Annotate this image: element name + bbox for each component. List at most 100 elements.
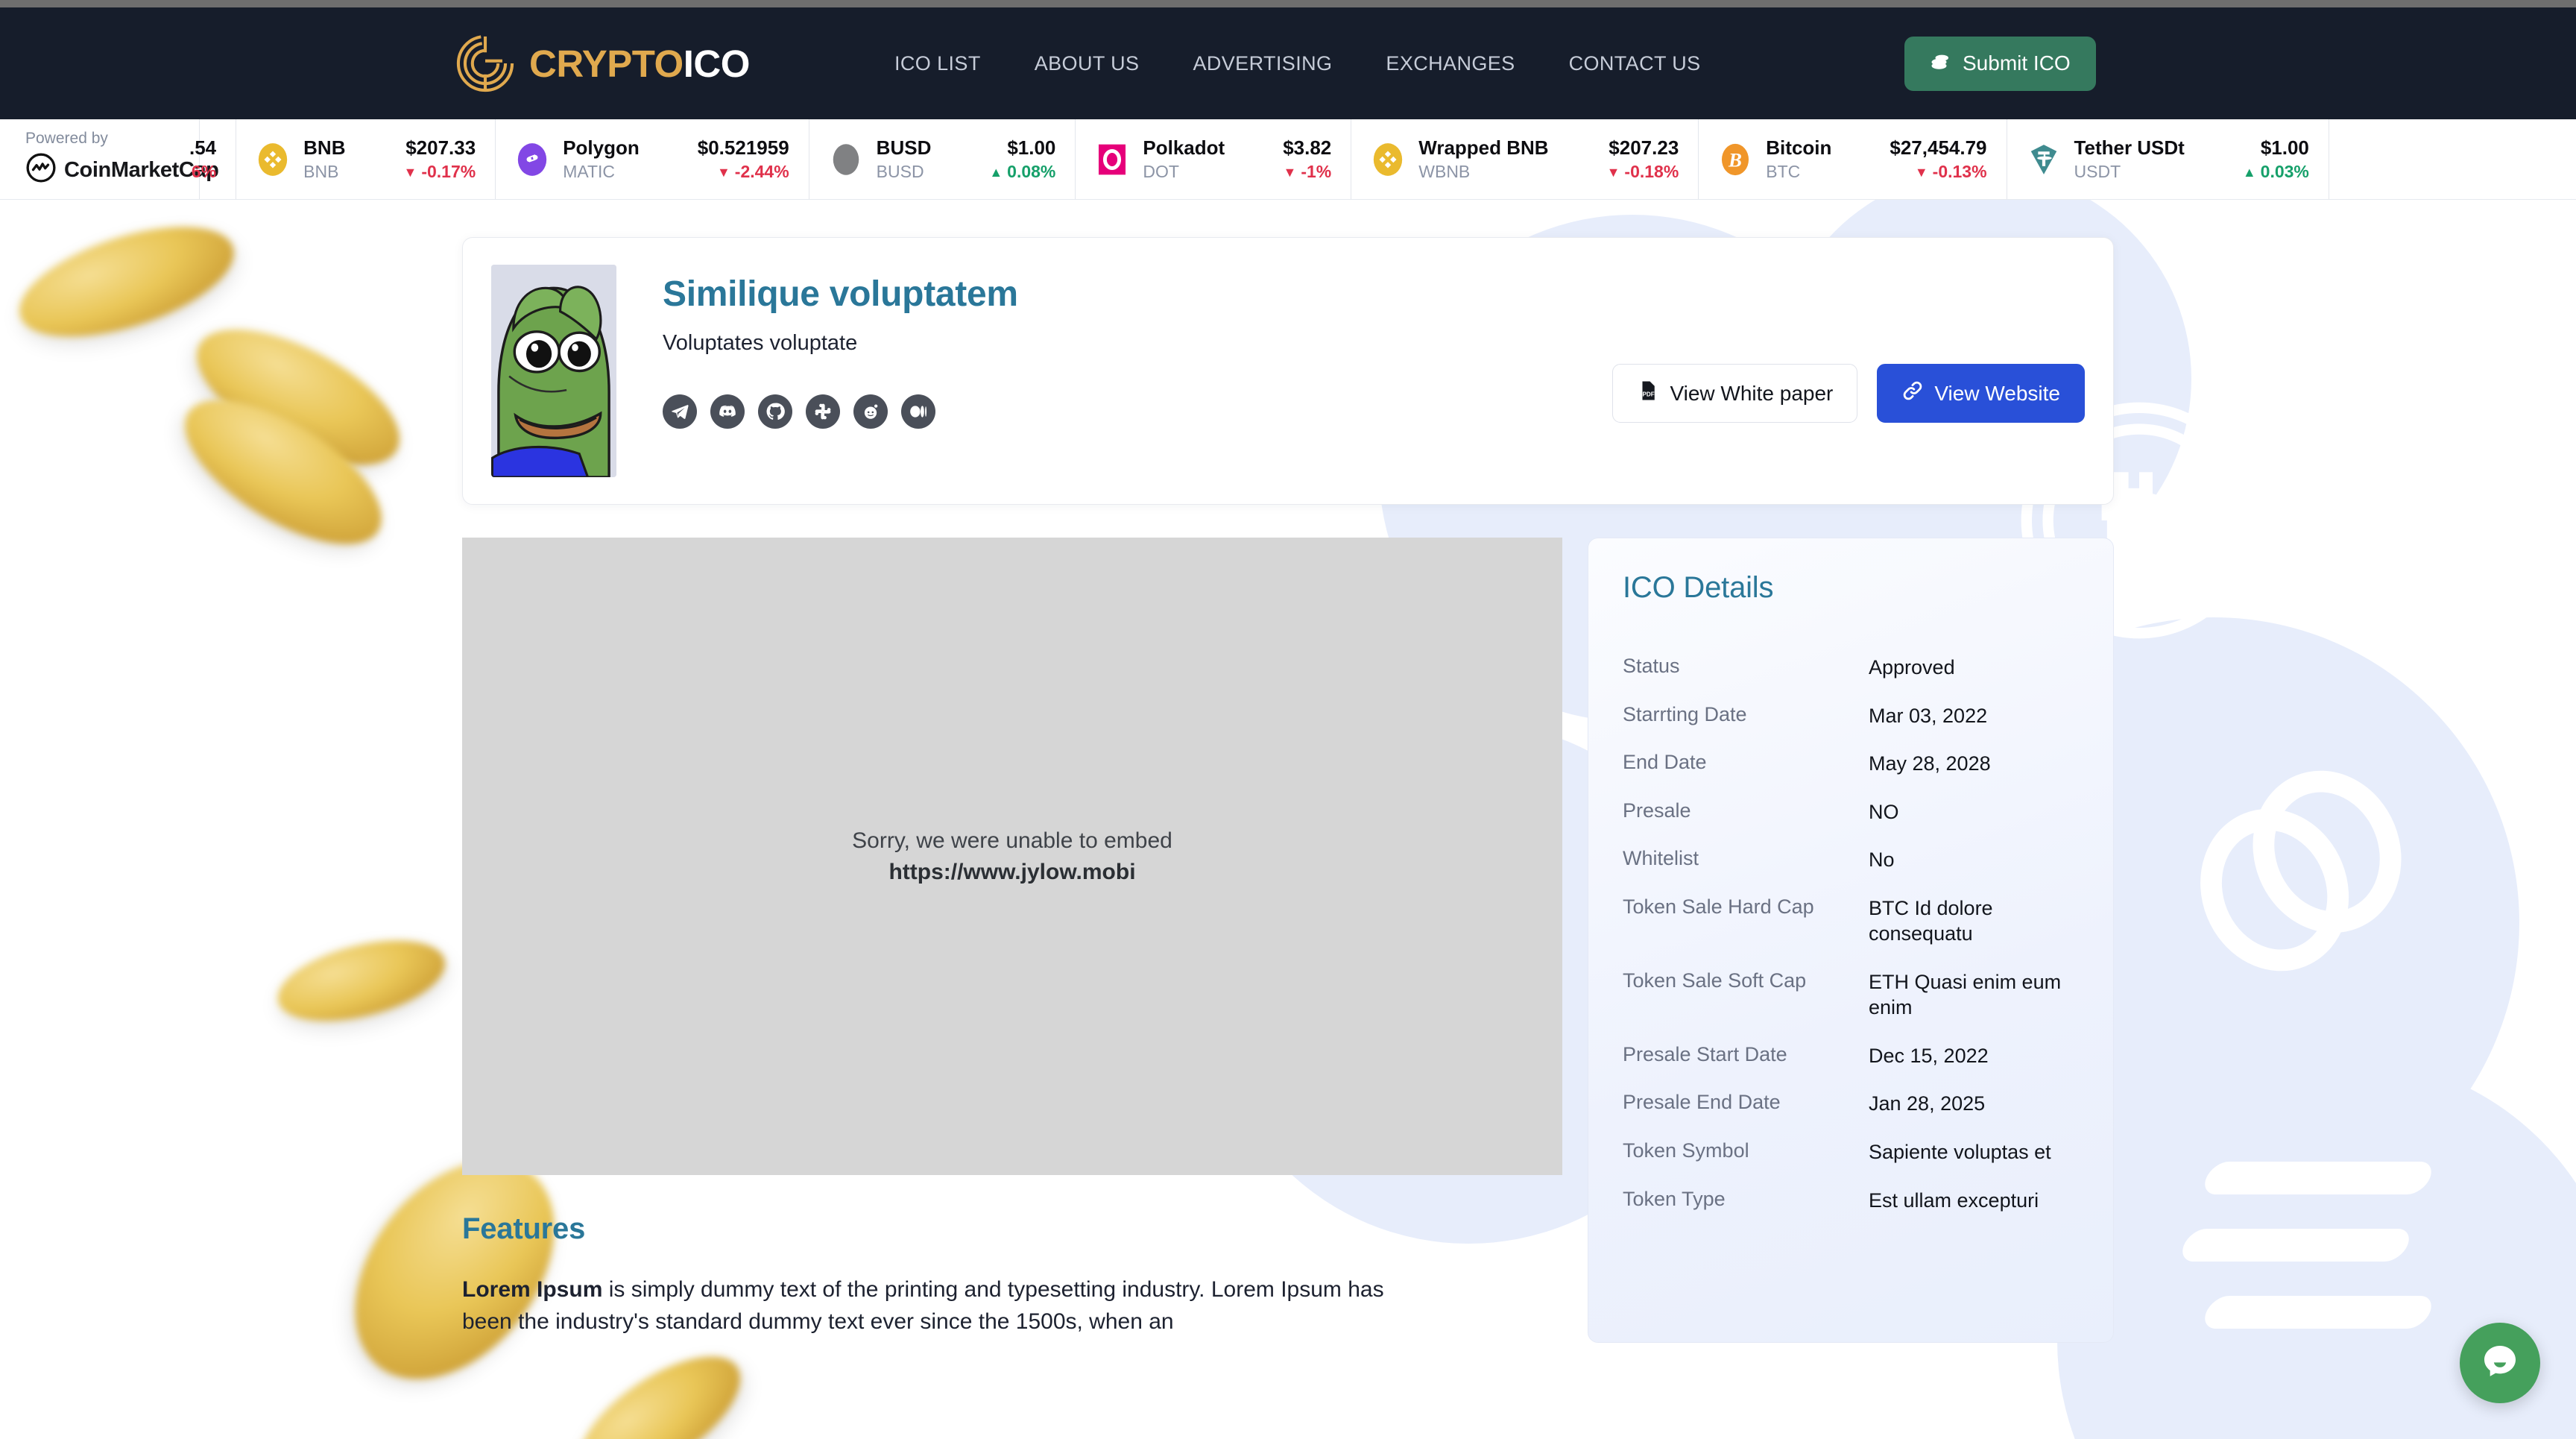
triangle-up-icon: ▲ (2242, 164, 2256, 180)
brand-text: CRYPTOICO (529, 42, 750, 86)
nav-item-ico-list[interactable]: ICO LIST (894, 52, 981, 75)
nav-item-contact-us[interactable]: CONTACT US (1569, 52, 1701, 75)
detail-key: Token Sale Soft Cap (1623, 969, 1807, 992)
ticker-item[interactable]: BUSD BUSD $1.00 ▲ 0.08% (809, 119, 1076, 199)
detail-row: Token Sale Soft Cap ETH Quasi enim eum e… (1623, 958, 2079, 1032)
ticker-coin-names: Bitcoin BTC (1766, 136, 1831, 182)
nav-item-exchanges[interactable]: EXCHANGES (1386, 52, 1515, 75)
detail-row: End Date May 28, 2028 (1623, 740, 2079, 788)
svg-text:PDF: PDF (1643, 391, 1655, 398)
ticker-coin-price: $3.82 (1283, 136, 1332, 159)
page-content: Similique voluptatem Voluptates voluptat… (462, 200, 2114, 1343)
detail-value: ETH Quasi enim eum enim (1869, 970, 2062, 1019)
detail-value: Dec 15, 2022 (1869, 1044, 1989, 1067)
ticker-coin-values: $207.23 ▼ -0.18% (1607, 136, 1679, 182)
ticker-item[interactable]: Wrapped BNB WBNB $207.23 ▼ -0.18% (1351, 119, 1699, 199)
nav-item-advertising[interactable]: ADVERTISING (1193, 52, 1332, 75)
ticker-coin-name: Tether USDt (2074, 136, 2185, 159)
ticker-item[interactable]: Polkadot DOT $3.82 ▼ -1% (1076, 119, 1352, 199)
submit-ico-label: Submit ICO (1963, 51, 2071, 75)
ico-title: Similique voluptatem (663, 274, 1018, 314)
bnb-icon (256, 142, 290, 177)
features-lead: Lorem Ipsum (462, 1277, 603, 1302)
nav-item-about-us[interactable]: ABOUT US (1035, 52, 1140, 75)
ticker-change-value: -0.13% (1932, 162, 1987, 181)
features-title: Features (462, 1212, 586, 1245)
triangle-down-icon: ▼ (1914, 164, 1928, 180)
ico-details-list: Status Approved Starrting Date Mar 03, 2… (1623, 643, 2079, 1224)
slack-icon[interactable] (806, 394, 840, 429)
brand-logo[interactable]: CRYPTOICO (455, 33, 750, 94)
link-icon (1901, 380, 1924, 407)
view-website-button[interactable]: View Website (1877, 364, 2085, 423)
pepe-frog-avatar (491, 265, 616, 477)
chat-widget-button[interactable] (2460, 1323, 2540, 1403)
ticker-coin-names: Polkadot DOT (1143, 136, 1225, 182)
ticker-item[interactable]: B Bitcoin BTC $27,454.79 ▼ -0.13% (1699, 119, 2007, 199)
embed-message: Sorry, we were unable to embed (852, 828, 1172, 853)
ticker-coin-values: $207.33 ▼ -0.17% (404, 136, 476, 182)
polkadot-icon (1095, 142, 1129, 177)
ticker-coin-change: ▲ 0.08% (989, 162, 1055, 182)
ticker-track[interactable]: .54 6% BNB BNB $207.33 ▼ -0.17% Polygon … (189, 119, 2576, 199)
ticker-change-value: 0.03% (2260, 162, 2309, 181)
ticker-coin-price: $207.33 (405, 136, 476, 159)
ticker-coin-price: $27,454.79 (1890, 136, 1987, 159)
ticker-change-value: -2.44% (734, 162, 789, 181)
ticker-coin-price: $207.23 (1609, 136, 1679, 159)
ticker-coin-symbol: WBNB (1418, 162, 1471, 181)
brand-part2: ICO (683, 42, 751, 85)
view-whitepaper-button[interactable]: PDF View White paper (1612, 364, 1858, 423)
triangle-down-icon: ▼ (403, 164, 417, 180)
ticker-item[interactable]: .54 6% (112, 119, 237, 199)
triangle-up-icon: ▲ (989, 164, 1003, 180)
ticker-item[interactable]: BNB BNB $207.33 ▼ -0.17% (236, 119, 496, 199)
detail-key: Starrting Date (1623, 702, 1747, 725)
medium-icon[interactable] (901, 394, 935, 429)
crypto-target-logo-icon (455, 33, 516, 94)
discord-icon[interactable] (710, 394, 745, 429)
ticker-coin-names: Tether USDt USDT (2074, 136, 2185, 182)
detail-row: Token Symbol Sapiente voluptas et (1623, 1128, 2079, 1177)
detail-value: Jan 28, 2025 (1869, 1092, 1986, 1115)
browser-chrome-strip (0, 0, 2576, 7)
ico-subtitle: Voluptates voluptate (663, 330, 858, 355)
github-icon[interactable] (758, 394, 792, 429)
svg-text:B: B (1728, 148, 1742, 171)
detail-value: BTC Id dolore consequatu (1869, 896, 1993, 945)
embed-url: https://www.jylow.mobi (888, 859, 1136, 884)
detail-key: Token Type (1623, 1187, 1726, 1210)
detail-key: Status (1623, 655, 1680, 677)
ticker-item[interactable]: Tether USDt USDT $1.00 ▲ 0.03% (2007, 119, 2329, 199)
polygon-icon (515, 142, 549, 177)
ticker-coin-change: ▼ -1% (1284, 162, 1332, 182)
ticker-coin-price: $1.00 (1007, 136, 1056, 159)
detail-key: Presale (1623, 799, 1691, 822)
ticker-change-value: -0.18% (1624, 162, 1679, 181)
submit-ico-button[interactable]: Submit ICO (1904, 36, 2096, 91)
detail-value: Sapiente voluptas et (1869, 1141, 2051, 1164)
reddit-icon[interactable] (853, 394, 888, 429)
ico-hero-card: Similique voluptatem Voluptates voluptat… (462, 237, 2114, 505)
ticker-change-value: -1% (1301, 162, 1332, 181)
telegram-icon[interactable] (663, 394, 697, 429)
ticker-coin-name: Polkadot (1143, 136, 1225, 159)
triangle-down-icon: ▼ (1283, 164, 1297, 180)
detail-key: Presale End Date (1623, 1091, 1781, 1114)
detail-row: Token Type Est ullam excepturi (1623, 1177, 2079, 1225)
ico-info: Similique voluptatem Voluptates voluptat… (663, 265, 1582, 429)
ticker-item[interactable]: Polygon MATIC $0.521959 ▼ -2.44% (496, 119, 809, 199)
detail-key: Token Sale Hard Cap (1623, 895, 1814, 918)
ticker-coin-change: ▼ -2.44% (717, 162, 789, 182)
ticker-coin-symbol: MATIC (563, 162, 616, 181)
site-header: CRYPTOICO ICO LIST ABOUT US ADVERTISING … (0, 7, 2576, 119)
social-links (663, 394, 1582, 429)
ticker-coin-change: ▼ -0.17% (404, 162, 476, 182)
detail-row: Whitelist No (1623, 836, 2079, 884)
ticker-coin-name: Bitcoin (1766, 136, 1832, 159)
ticker-coin-change: ▲ 0.03% (2243, 162, 2309, 182)
ticker-change-value: 0.08% (1007, 162, 1056, 181)
ico-details-title: ICO Details (1623, 571, 1774, 604)
features-section: Features Lorem Ipsum is simply dummy tex… (462, 1175, 1562, 1338)
detail-value: Mar 03, 2022 (1869, 704, 1988, 727)
